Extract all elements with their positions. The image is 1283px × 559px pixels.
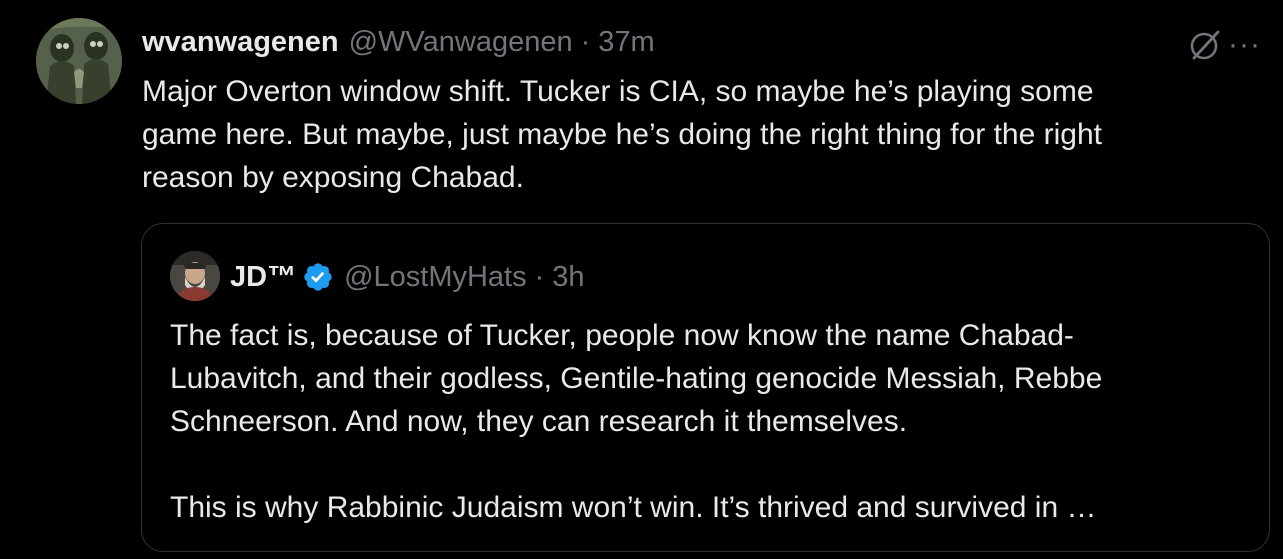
grok-icon[interactable] — [1186, 26, 1224, 64]
author-avatar[interactable] — [36, 18, 122, 104]
tweet-header: wvanwagenen @WVanwagenen · 37m — [142, 24, 655, 60]
quoted-tweet[interactable]: JD™ @LostMyHats · 3h The fact is, becaus… — [141, 223, 1270, 552]
tweet-timestamp[interactable]: 37m — [598, 26, 654, 59]
separator-dot: · — [534, 260, 545, 293]
author-handle[interactable]: @WVanwagenen — [349, 26, 573, 59]
more-options-icon[interactable]: ··· — [1228, 30, 1261, 60]
verified-badge-icon[interactable] — [302, 261, 334, 293]
quoted-tweet-header: JD™ @LostMyHats · 3h — [230, 257, 585, 297]
quoted-author-handle[interactable]: @LostMyHats — [344, 261, 527, 294]
quoted-text-line: Lubavitch, and their godless, Gentile-ha… — [170, 362, 1103, 395]
tweet[interactable]: wvanwagenen @WVanwagenen · 37m ··· Major… — [0, 0, 1283, 559]
quoted-author-avatar[interactable] — [170, 251, 220, 301]
tweet-text: Major Overton window shift. Tucker is CI… — [142, 70, 1242, 199]
quoted-author-display-name[interactable]: JD™ — [230, 261, 296, 294]
tweet-text-line: game here. But maybe, just maybe he’s do… — [142, 118, 1102, 151]
quoted-tweet-text: The fact is, because of Tucker, people n… — [170, 314, 1250, 529]
avatar-image — [36, 18, 122, 104]
quoted-tweet-timestamp[interactable]: 3h — [552, 261, 584, 294]
avatar-image — [170, 251, 220, 301]
tweet-text-line: Major Overton window shift. Tucker is CI… — [142, 75, 1094, 108]
tweet-text-line: reason by exposing Chabad. — [142, 161, 524, 194]
author-display-name[interactable]: wvanwagenen — [142, 26, 339, 59]
tweet-actions: ··· — [1186, 26, 1261, 64]
quoted-text-line: The fact is, because of Tucker, people n… — [170, 319, 1074, 352]
quoted-text-line: This is why Rabbinic Judaism won’t win. … — [170, 491, 1097, 524]
separator-dot: · — [580, 25, 591, 58]
quoted-text-line: Schneerson. And now, they can research i… — [170, 405, 908, 438]
